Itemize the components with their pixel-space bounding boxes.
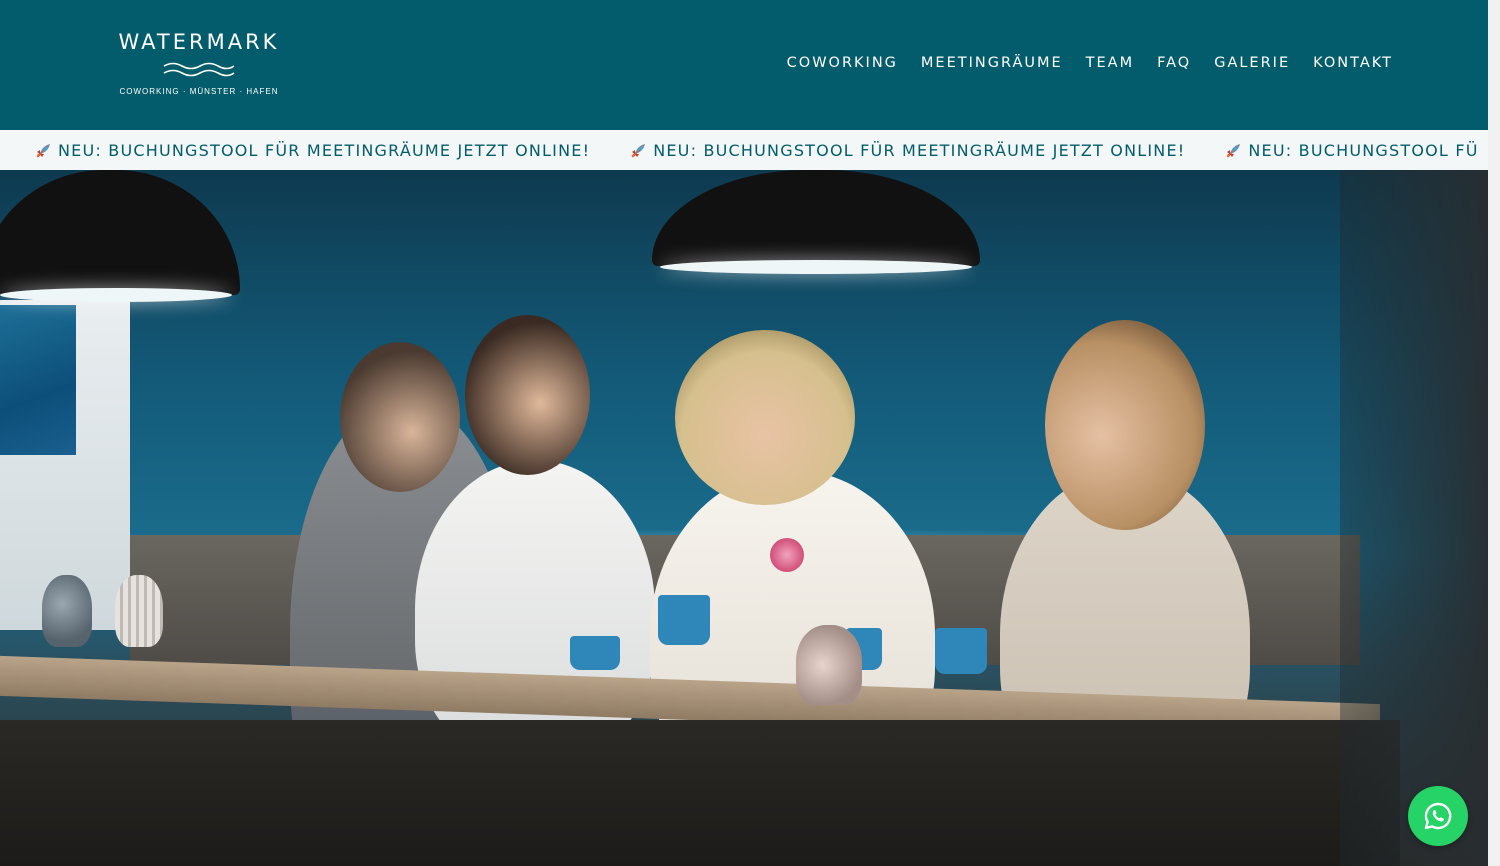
person-head: [465, 315, 590, 475]
ticker-text: NEU: BUCHUNGSTOOL FÜ: [1248, 141, 1479, 160]
rocket-icon: [1227, 143, 1241, 157]
coffee-mug: [935, 628, 987, 674]
logo-tagline: COWORKING · MÜNSTER · HAFEN: [119, 87, 279, 96]
main-nav: COWORKING MEETINGRÄUME TEAM FAQ GALERIE …: [787, 55, 1393, 71]
ticker-text: NEU: BUCHUNGSTOOL FÜR MEETINGRÄUME JETZT…: [653, 141, 1186, 160]
nav-item-coworking[interactable]: COWORKING: [787, 55, 898, 71]
ticker-item: NEU: BUCHUNGSTOOL FÜR MEETINGRÄUME JETZT…: [629, 141, 1185, 160]
ticker-text: NEU: BUCHUNGSTOOL FÜR MEETINGRÄUME JETZT…: [58, 141, 591, 160]
nav-item-meetingraeume[interactable]: MEETINGRÄUME: [921, 55, 1063, 71]
ticker-item: NEU: BUCHUNGSTOOL FÜ: [1224, 141, 1478, 160]
table-base: [0, 720, 1400, 866]
ticker-item: NEU: BUCHUNGSTOOL FÜR MEETINGRÄUME JETZT…: [34, 141, 590, 160]
flower-vase: [796, 625, 862, 705]
flower-vase: [115, 575, 163, 647]
waves-icon: [163, 62, 235, 77]
whatsapp-icon: [1424, 802, 1452, 830]
coffee-mug: [658, 595, 710, 645]
foreground-shadow: [1340, 170, 1488, 866]
person-head: [1045, 320, 1205, 530]
nav-item-team[interactable]: TEAM: [1086, 55, 1134, 71]
nav-item-galerie[interactable]: GALERIE: [1214, 55, 1290, 71]
coffee-mug: [570, 636, 620, 670]
logo-wordmark: WATERMARK: [118, 30, 280, 54]
whatsapp-button[interactable]: [1408, 786, 1468, 846]
nav-item-faq[interactable]: FAQ: [1157, 55, 1191, 71]
flower-vase: [42, 575, 92, 647]
ticker-track: NEU: BUCHUNGSTOOL FÜR MEETINGRÄUME JETZT…: [34, 141, 1488, 160]
rocket-icon: [631, 143, 646, 157]
site-header: WATERMARK COWORKING · MÜNSTER · HAFEN CO…: [0, 0, 1488, 130]
page-scrollbar[interactable]: [1488, 0, 1500, 866]
announcement-ticker[interactable]: NEU: BUCHUNGSTOOL FÜR MEETINGRÄUME JETZT…: [0, 130, 1488, 170]
rocket-icon: [36, 143, 50, 157]
nav-item-kontakt[interactable]: KONTAKT: [1313, 55, 1393, 71]
hero-image: [0, 170, 1488, 866]
person-head: [675, 330, 855, 505]
background-artwork: [0, 305, 76, 455]
person-head: [340, 342, 460, 492]
rose-flower: [770, 538, 804, 572]
logo-link[interactable]: WATERMARK COWORKING · MÜNSTER · HAFEN: [104, 30, 294, 100]
